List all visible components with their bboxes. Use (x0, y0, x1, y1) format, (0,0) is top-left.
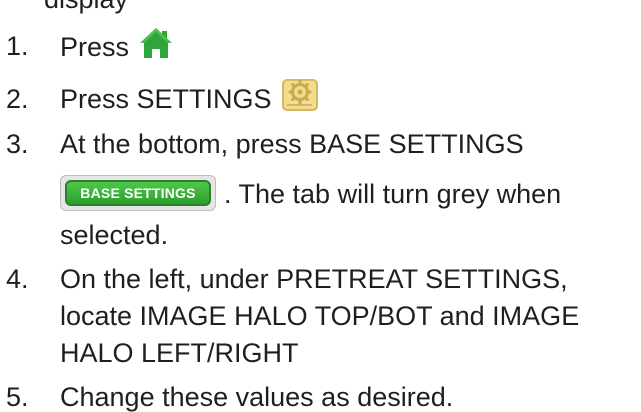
step-text-continued: HALO LEFT/RIGHT (60, 338, 299, 368)
home-icon (137, 25, 175, 61)
instructions-page: display 1. Press 2. Press SETTINGS (0, 0, 641, 412)
step-number: 2. (6, 84, 29, 114)
step-text: Press SETTINGS (60, 78, 318, 117)
step-text: At the bottom, press BASE SETTINGS (60, 129, 524, 159)
step-number: 4. (6, 264, 29, 294)
step-text: On the left, under PRETREAT SETTINGS, (60, 264, 568, 294)
base-settings-button-label: BASE SETTINGS (65, 180, 211, 206)
step-text-continued: locate IMAGE HALO TOP/BOT and IMAGE (60, 301, 580, 331)
partial-top-line: display (44, 0, 128, 14)
base-settings-button[interactable]: BASE SETTINGS (60, 175, 216, 211)
step-text: Change these values as desired. (60, 382, 454, 412)
step-number: 3. (6, 129, 29, 159)
step-number: 5. (6, 382, 29, 412)
step-number: 1. (6, 31, 29, 61)
step-text: Press (60, 28, 175, 67)
step-2-text: Press SETTINGS (60, 84, 272, 114)
step-1-text: Press (60, 32, 130, 63)
step-text-continued: . The tab will turn grey when (224, 179, 562, 209)
step-text-continued: selected. (60, 220, 169, 250)
settings-gear-icon (281, 78, 318, 111)
